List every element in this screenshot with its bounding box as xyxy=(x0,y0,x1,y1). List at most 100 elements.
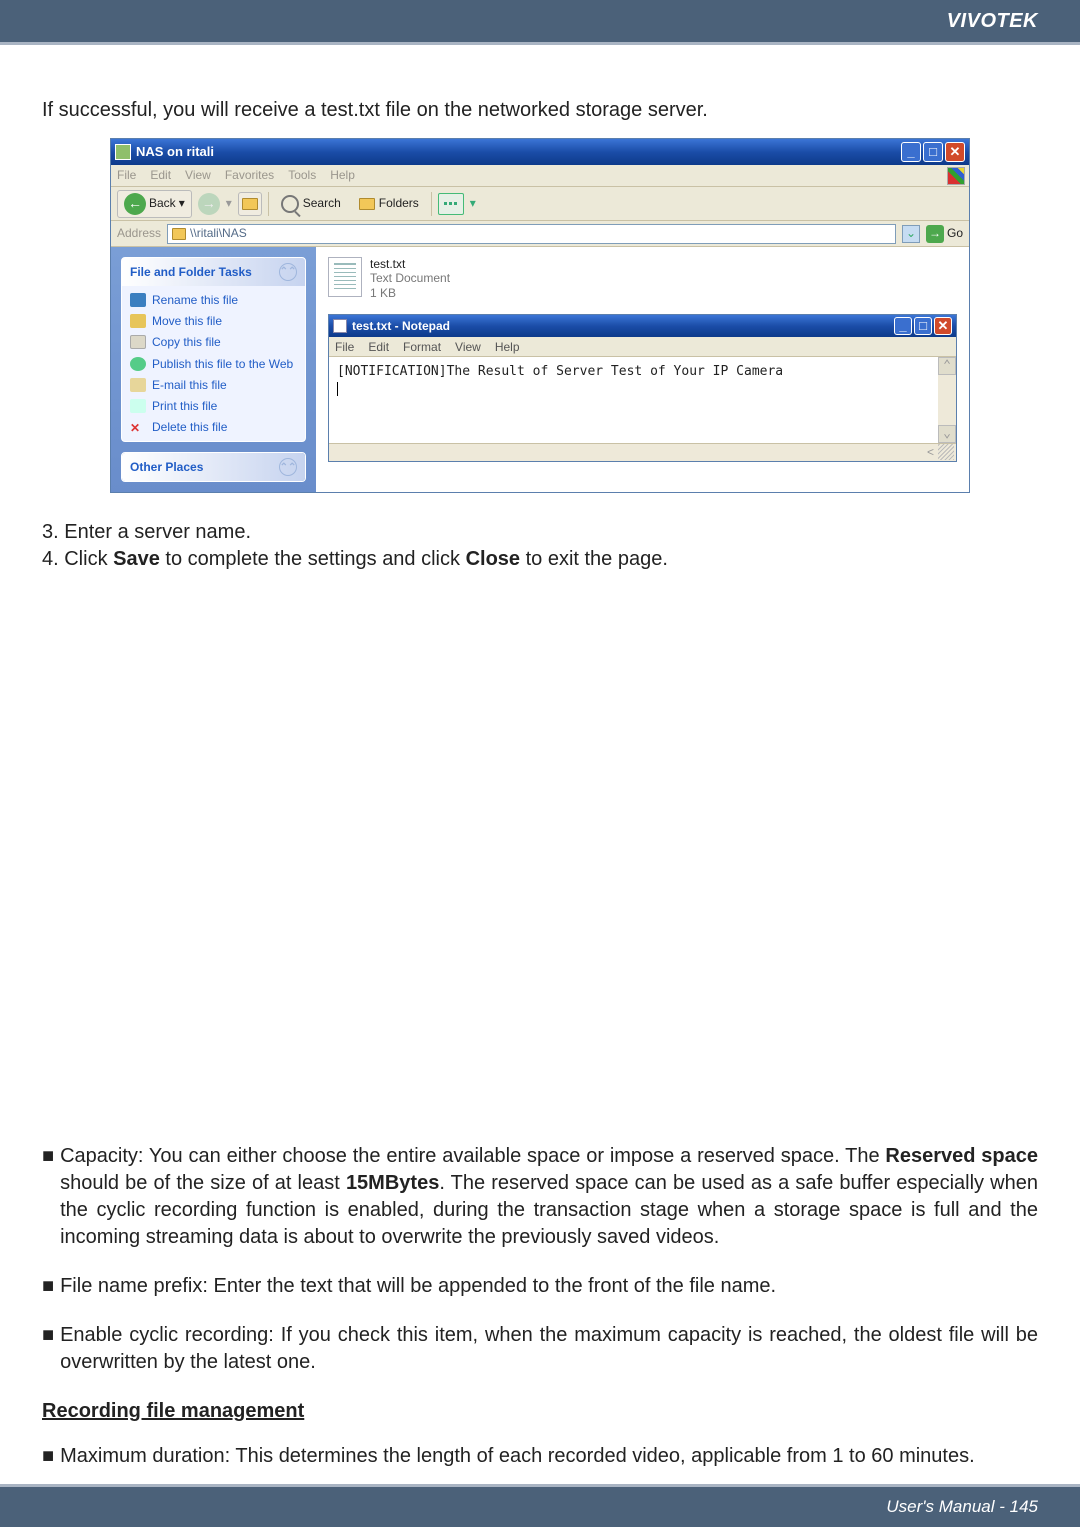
explorer-body: File and Folder Tasks ⌃⌃ Rename this fil… xyxy=(111,247,969,492)
tasks-panel: File and Folder Tasks ⌃⌃ Rename this fil… xyxy=(121,257,306,442)
page-header: VIVOTEK xyxy=(0,0,1080,42)
folders-label: Folders xyxy=(379,195,419,211)
task-email[interactable]: E-mail this file xyxy=(130,377,297,393)
file-type: Text Document xyxy=(370,271,450,285)
bullet-maxdur: ■ Maximum duration: This determines the … xyxy=(42,1443,1038,1470)
task-print[interactable]: Print this file xyxy=(130,398,297,414)
bullet-icon: ■ xyxy=(42,1322,54,1376)
toolbar-separator xyxy=(268,192,269,216)
back-dropdown-icon[interactable]: ▾ xyxy=(179,195,185,211)
close-button[interactable]: ✕ xyxy=(945,142,965,162)
collapse-icon[interactable]: ⌃⌃ xyxy=(279,263,297,281)
explorer-sidebar: File and Folder Tasks ⌃⌃ Rename this fil… xyxy=(111,247,316,492)
explorer-menubar[interactable]: File Edit View Favorites Tools Help xyxy=(111,165,969,187)
go-button[interactable]: → Go xyxy=(926,225,963,243)
back-button[interactable]: Back ▾ xyxy=(117,190,192,218)
forward-dropdown-icon[interactable]: ▾ xyxy=(226,195,232,211)
windows-flag-icon xyxy=(947,167,965,185)
views-button[interactable] xyxy=(438,193,464,215)
task-publish[interactable]: Publish this file to the Web xyxy=(130,356,297,372)
np-menu-edit[interactable]: Edit xyxy=(368,339,389,355)
task-rename[interactable]: Rename this file xyxy=(130,292,297,308)
go-label: Go xyxy=(947,225,963,241)
np-menu-help[interactable]: Help xyxy=(495,339,520,355)
notepad-minimize-button[interactable]: _ xyxy=(894,317,912,335)
explorer-main: test.txt Text Document 1 KB test.txt - N… xyxy=(316,247,969,492)
explorer-titlebar[interactable]: NAS on ritali _ □ ✕ xyxy=(111,139,969,165)
tasks-panel-head[interactable]: File and Folder Tasks ⌃⌃ xyxy=(122,258,305,286)
notepad-maximize-button[interactable]: □ xyxy=(914,317,932,335)
copy-icon xyxy=(130,335,146,349)
tasks-head-text: File and Folder Tasks xyxy=(130,264,252,280)
folders-button[interactable]: Folders xyxy=(353,193,425,213)
minimize-button[interactable]: _ xyxy=(901,142,921,162)
back-arrow-icon xyxy=(124,193,146,215)
toolbar-separator-2 xyxy=(431,192,432,216)
intro-text: If successful, you will receive a test.t… xyxy=(42,97,1038,124)
step-3: 3. Enter a server name. xyxy=(42,519,1038,546)
resize-grip-icon[interactable] xyxy=(938,444,954,460)
search-icon xyxy=(281,195,299,213)
forward-button[interactable] xyxy=(198,193,220,215)
np-menu-view[interactable]: View xyxy=(455,339,481,355)
menu-favorites[interactable]: Favorites xyxy=(225,167,274,183)
footer-text: User's Manual - 145 xyxy=(886,1497,1038,1517)
menu-edit[interactable]: Edit xyxy=(150,167,171,183)
section-heading: Recording file management xyxy=(42,1398,1038,1425)
menu-view[interactable]: View xyxy=(185,167,211,183)
up-folder-icon xyxy=(242,198,258,210)
publish-icon xyxy=(130,357,146,371)
step-4: 4. Click Save to complete the settings a… xyxy=(42,546,1038,573)
scroll-down-icon[interactable]: ⌄ xyxy=(938,425,956,443)
views-dropdown-icon[interactable]: ▾ xyxy=(470,195,476,211)
tasks-list: Rename this file Move this file Copy thi… xyxy=(122,286,305,441)
address-label: Address xyxy=(117,225,161,241)
notepad-titlebar[interactable]: test.txt - Notepad _ □ ✕ xyxy=(329,315,956,337)
search-label: Search xyxy=(303,195,341,211)
menu-help[interactable]: Help xyxy=(330,167,355,183)
address-folder-icon xyxy=(172,228,186,240)
text-file-icon xyxy=(328,257,362,297)
np-menu-format[interactable]: Format xyxy=(403,339,441,355)
up-button[interactable] xyxy=(238,192,262,216)
address-bar: Address \\ritali\NAS ⌄ → Go xyxy=(111,221,969,247)
bullet-icon: ■ xyxy=(42,1443,54,1470)
other-places-head[interactable]: Other Places ⌃⌃ xyxy=(122,453,305,481)
file-name: test.txt xyxy=(370,257,450,271)
steps-block: 3. Enter a server name. 4. Click Save to… xyxy=(42,519,1038,573)
folders-icon xyxy=(359,198,375,210)
text-cursor xyxy=(337,382,338,396)
task-copy[interactable]: Copy this file xyxy=(130,334,297,350)
task-delete[interactable]: Delete this file xyxy=(130,419,297,435)
page-footer: User's Manual - 145 xyxy=(0,1487,1080,1527)
notepad-content: [NOTIFICATION]The Result of Server Test … xyxy=(337,364,783,379)
collapse-icon-2[interactable]: ⌃⌃ xyxy=(279,458,297,476)
notepad-menubar[interactable]: File Edit Format View Help xyxy=(329,337,956,357)
scroll-up-icon[interactable]: ⌃ xyxy=(938,357,956,375)
menu-tools[interactable]: Tools xyxy=(288,167,316,183)
print-icon xyxy=(130,399,146,413)
explorer-window: NAS on ritali _ □ ✕ File Edit View Favor… xyxy=(110,138,970,493)
file-item[interactable]: test.txt Text Document 1 KB xyxy=(328,257,957,300)
address-dropdown[interactable]: ⌄ xyxy=(902,225,920,243)
task-move[interactable]: Move this file xyxy=(130,313,297,329)
np-menu-file[interactable]: File xyxy=(335,339,354,355)
maximize-button[interactable]: □ xyxy=(923,142,943,162)
email-icon xyxy=(130,378,146,392)
explorer-toolbar: Back ▾ ▾ Search Folders ▾ xyxy=(111,187,969,221)
search-button[interactable]: Search xyxy=(275,193,347,215)
go-arrow-icon: → xyxy=(926,225,944,243)
notepad-close-button[interactable]: ✕ xyxy=(934,317,952,335)
page-content: If successful, you will receive a test.t… xyxy=(0,45,1080,1519)
delete-icon xyxy=(130,420,146,434)
notepad-window: test.txt - Notepad _ □ ✕ File Edit Forma… xyxy=(328,314,957,462)
notepad-textarea[interactable]: [NOTIFICATION]The Result of Server Test … xyxy=(329,357,956,443)
bullet-icon: ■ xyxy=(42,1273,54,1300)
notepad-app-icon xyxy=(333,319,347,333)
rename-icon xyxy=(130,293,146,307)
bullet-icon: ■ xyxy=(42,1143,54,1251)
bullet-cyclic: ■ Enable cyclic recording: If you check … xyxy=(42,1322,1038,1376)
address-input[interactable]: \\ritali\NAS xyxy=(167,224,896,244)
notepad-statusbar: < xyxy=(329,443,956,461)
menu-file[interactable]: File xyxy=(117,167,136,183)
